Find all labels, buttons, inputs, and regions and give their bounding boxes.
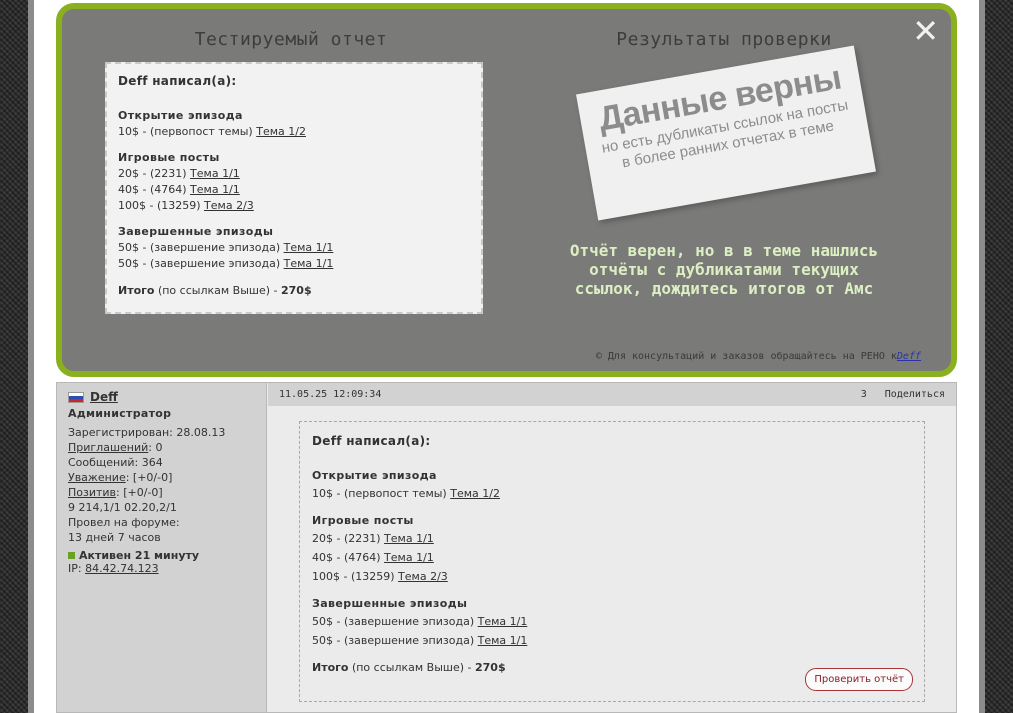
invites-link[interactable]: Приглашений (68, 441, 148, 454)
report-line: 10$ - (первопост темы) Тема 1/2 (118, 125, 306, 138)
page-side-strip-right (979, 0, 985, 713)
report-line: 100$ - (13259) Тема 2/3 (312, 570, 448, 583)
topic-link[interactable]: Тема 1/2 (450, 487, 500, 500)
report-author-line: Deff написал(а): (118, 74, 237, 88)
report-line: 10$ - (первопост темы) Тема 1/2 (312, 487, 500, 500)
topic-link[interactable]: Тема 1/1 (284, 241, 334, 254)
verdict-text: Отчёт верен, но в в теме нашлись отчёты … (569, 241, 879, 298)
report-total: Итого (по ссылкам Выше) - 270$ (118, 284, 312, 297)
topic-link[interactable]: Тема 1/1 (478, 634, 528, 647)
author-name-link[interactable]: Deff (90, 390, 118, 405)
forum-page: ✕ Тестируемый отчет Результаты проверки … (34, 0, 979, 713)
tested-report-heading: Тестируемый отчет (194, 29, 388, 50)
report-section-title: Завершенные эпизоды (118, 225, 274, 238)
author-forum-time-value: 13 дней 7 часов (68, 531, 161, 544)
topic-link[interactable]: Тема 2/3 (398, 570, 448, 583)
author-positive: Позитив: [+0/-0] (68, 486, 163, 499)
share-link[interactable]: Поделиться (885, 389, 945, 400)
author-messages: Сообщений: 364 (68, 456, 163, 469)
author-invites: Приглашений: 0 (68, 441, 163, 454)
post-author-panel: Deff Администратор Зарегистрирован: 28.0… (57, 383, 267, 712)
post-actions: 3 Поделиться (849, 389, 945, 400)
topic-link[interactable]: Тема 1/1 (190, 167, 240, 180)
report-line: 40$ - (4764) Тема 1/1 (118, 183, 240, 196)
tested-report-card: Deff написал(а): Открытие эпизода 10$ - … (105, 62, 483, 314)
report-line: 20$ - (2231) Тема 1/1 (118, 167, 240, 180)
report-section-title: Игровые посты (312, 514, 414, 527)
author-forum-time-label: Провел на форуме: (68, 516, 180, 529)
forum-post: Deff Администратор Зарегистрирован: 28.0… (56, 382, 957, 713)
report-line: 50$ - (завершение эпизода) Тема 1/1 (312, 615, 528, 628)
topic-link[interactable]: Тема 1/1 (384, 551, 434, 564)
report-author-line: Deff написал(а): (312, 434, 431, 448)
report-line: 20$ - (2231) Тема 1/1 (312, 532, 434, 545)
report-line: 40$ - (4764) Тема 1/1 (312, 551, 434, 564)
check-results-heading: Результаты проверки (616, 29, 832, 50)
author-row: Deff (68, 390, 255, 405)
footer-author-link[interactable]: Deff (897, 351, 921, 362)
topic-link[interactable]: Тема 2/3 (204, 199, 254, 212)
report-line: 100$ - (13259) Тема 2/3 (118, 199, 254, 212)
online-status-icon (68, 552, 75, 559)
report-section-title: Игровые посты (118, 151, 220, 164)
topic-link[interactable]: Тема 1/1 (478, 615, 528, 628)
report-line: 50$ - (завершение эпизода) Тема 1/1 (118, 257, 334, 270)
report-section-title: Открытие эпизода (118, 109, 243, 122)
post-number[interactable]: 3 (861, 389, 867, 400)
modal-footer: © Для консультаций и заказов обращайтесь… (595, 351, 921, 362)
author-respect: Уважение: [+0/-0] (68, 471, 173, 484)
author-ip: IP: 84.42.74.123 (68, 562, 159, 575)
author-role: Администратор (68, 407, 172, 420)
post-header: 11.05.25 12:09:34 3 Поделиться (268, 383, 956, 406)
positive-link[interactable]: Позитив (68, 486, 116, 499)
topic-link[interactable]: Тема 1/1 (190, 183, 240, 196)
verification-stamp: Данные верны но есть дубликаты ссылок на… (576, 45, 876, 221)
topic-link[interactable]: Тема 1/2 (256, 125, 306, 138)
respect-link[interactable]: Уважение (68, 471, 126, 484)
report-check-modal: ✕ Тестируемый отчет Результаты проверки … (56, 3, 957, 377)
author-registered: Зарегистрирован: 28.08.13 (68, 426, 226, 439)
russia-flag-icon (68, 392, 84, 403)
post-timestamp[interactable]: 11.05.25 12:09:34 (279, 389, 381, 400)
report-line: 50$ - (завершение эпизода) Тема 1/1 (118, 241, 334, 254)
check-report-button[interactable]: Проверить отчёт (805, 668, 913, 691)
topic-link[interactable]: Тема 1/1 (284, 257, 334, 270)
topic-link[interactable]: Тема 1/1 (384, 532, 434, 545)
report-section-title: Открытие эпизода (312, 469, 437, 482)
report-line: 50$ - (завершение эпизода) Тема 1/1 (312, 634, 528, 647)
author-stats: 9 214,1/1 02.20,2/1 (68, 501, 177, 514)
report-section-title: Завершенные эпизоды (312, 597, 468, 610)
ip-link[interactable]: 84.42.74.123 (85, 562, 158, 575)
author-active-status: Активен 21 минуту (68, 549, 255, 562)
post-report-quote: Deff написал(а): Открытие эпизода 10$ - … (299, 421, 925, 702)
